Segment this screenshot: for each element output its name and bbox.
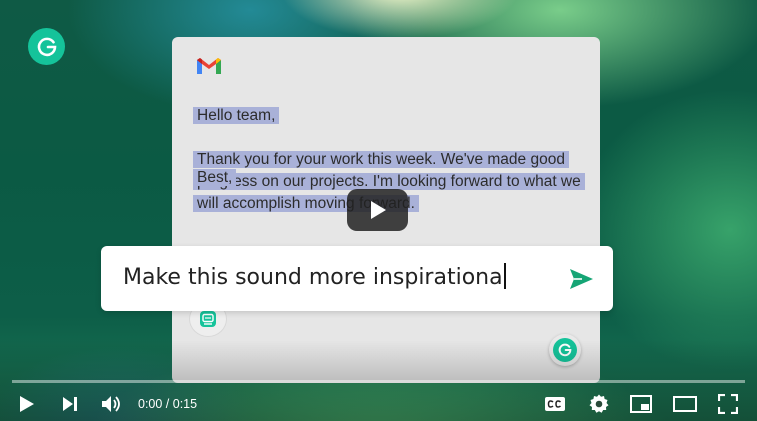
- fullscreen-icon: [718, 394, 738, 414]
- large-play-button[interactable]: [347, 189, 408, 231]
- play-icon: [20, 396, 34, 412]
- miniplayer-icon: [630, 395, 652, 413]
- captions-icon: [545, 397, 565, 411]
- prompt-text[interactable]: Make this sound more inspirationa: [123, 263, 506, 290]
- play-button[interactable]: [14, 391, 40, 417]
- play-icon: [370, 201, 386, 219]
- email-greeting: Hello team,: [193, 105, 593, 127]
- next-button[interactable]: [58, 391, 82, 417]
- video-frame[interactable]: Hello team, Thank you for your work this…: [0, 0, 757, 421]
- progress-bar[interactable]: [12, 380, 745, 383]
- captions-button[interactable]: [543, 391, 567, 417]
- theater-mode-button[interactable]: [672, 391, 698, 417]
- miniplayer-button[interactable]: [629, 391, 653, 417]
- email-signoff: Best,: [193, 169, 237, 186]
- next-icon: [63, 397, 77, 411]
- gmail-icon: [197, 58, 221, 74]
- time-display: 0:00 / 0:15: [138, 397, 198, 411]
- settings-button[interactable]: [587, 391, 611, 417]
- prompt-input[interactable]: Make this sound more inspirationa: [101, 246, 613, 311]
- fullscreen-button[interactable]: [716, 391, 740, 417]
- volume-icon: [102, 396, 120, 412]
- settings-icon: [589, 394, 609, 413]
- volume-button[interactable]: [100, 391, 124, 417]
- theater-icon: [673, 396, 697, 412]
- text-caret: [503, 263, 506, 289]
- grammarly-logo-icon: [28, 28, 65, 65]
- send-arrow-icon[interactable]: [568, 267, 594, 291]
